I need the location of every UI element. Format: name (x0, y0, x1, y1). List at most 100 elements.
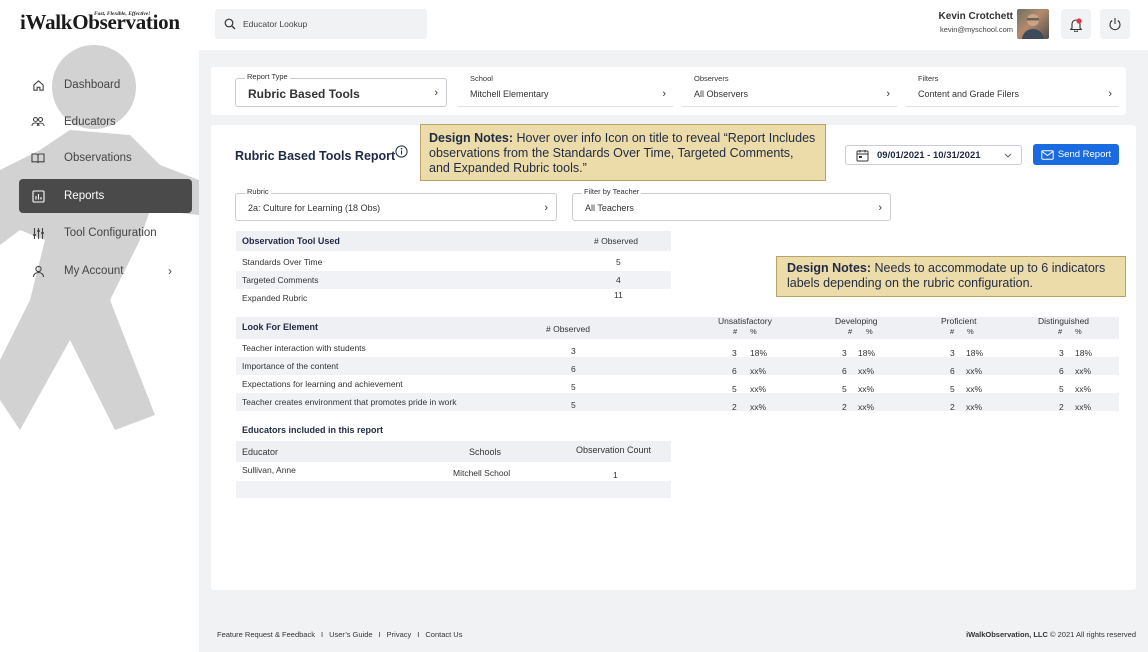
level-header: Developing (835, 316, 878, 326)
sidebar-item-educators[interactable]: Educators (19, 105, 192, 139)
avatar[interactable] (1017, 9, 1049, 39)
sidebar-item-observations[interactable]: Observations (19, 141, 192, 175)
educators-title: Educators included in this report (242, 425, 384, 435)
design-note-info: Design Notes: Hover over info Icon on ti… (420, 124, 826, 181)
rubric-label: Rubric (245, 187, 271, 196)
footer-link-feedback[interactable]: Feature Request & Feedback (217, 630, 315, 639)
look-element: Importance of the content (242, 361, 339, 371)
level-header: Unsatisfactory (718, 316, 772, 326)
table-row (236, 481, 671, 498)
look-header-observed: # Observed (546, 324, 590, 334)
sidebar-item-my-account[interactable]: My Account › (19, 254, 192, 288)
tool-header-observed: # Observed (594, 236, 638, 246)
look-observed: 6 (571, 364, 576, 374)
report-type-label: Report Type (245, 72, 290, 81)
bell-icon (1069, 17, 1083, 32)
filters-value: Content and Grade Filers (918, 89, 1020, 99)
educator-search[interactable]: Educator Lookup (215, 9, 427, 39)
tool-name: Standards Over Time (242, 257, 323, 267)
sidebar-item-reports[interactable]: Reports (19, 179, 192, 213)
school-select[interactable]: School Mitchell Elementary › (458, 74, 673, 107)
info-icon[interactable] (395, 145, 408, 158)
brand-tagline: Fast, Flexible, Effective! (94, 11, 151, 17)
educators-header-schools: Schools (469, 447, 502, 457)
look-element: Teacher creates environment that promote… (242, 397, 457, 407)
level-pct-header: % (967, 327, 974, 336)
level-percent: xx% (966, 402, 983, 412)
footer-link-guide[interactable]: User’s Guide (329, 630, 373, 639)
footer-company: iWalkObservation, LLC (966, 630, 1048, 639)
sidebar-item-label: My Account (64, 265, 124, 277)
search-placeholder[interactable]: Educator Lookup (243, 19, 307, 29)
design-note-indicators: Design Notes: Needs to accommodate up to… (776, 256, 1126, 297)
look-observed: 3 (571, 346, 576, 356)
footer-separator: I (417, 630, 420, 639)
educator-school: Mitchell School (453, 468, 511, 478)
educators-header-count: Observation Count (576, 445, 652, 455)
level-pct-header: % (866, 327, 873, 336)
search-icon (224, 18, 236, 30)
filters-label: Filters (918, 74, 939, 83)
date-range-value: 09/01/2021 - 10/31/2021 (877, 150, 981, 161)
chevron-right-icon: › (168, 264, 172, 278)
sidebar-item-label: Tool Configuration (64, 227, 157, 239)
calendar-icon (856, 150, 869, 162)
tool-count: 5 (616, 257, 621, 267)
footer-separator: I (320, 630, 324, 639)
level-pct-header: % (1075, 327, 1082, 336)
teacher-filter-value: All Teachers (585, 203, 634, 213)
notifications-button[interactable] (1061, 9, 1091, 39)
observers-select[interactable]: Observers All Observers › (682, 74, 897, 107)
sidebar-item-label: Educators (64, 116, 116, 128)
design-note-heading: Design Notes: (429, 131, 514, 145)
school-label: School (470, 74, 493, 83)
send-report-label: Send Report (1057, 149, 1112, 160)
look-element: Expectations for learning and achievemen… (242, 379, 403, 389)
tool-count: 4 (616, 275, 621, 285)
chevron-right-icon: › (886, 88, 890, 100)
sidebar-item-tool-configuration[interactable]: Tool Configuration (19, 216, 192, 250)
date-range-picker[interactable]: 09/01/2021 - 10/31/2021 (845, 145, 1022, 165)
tool-name: Expanded Rubric (242, 293, 308, 303)
footer-separator: I (378, 630, 381, 639)
level-hash-header: # (950, 327, 955, 336)
teacher-filter-label: Filter by Teacher (582, 187, 642, 196)
footer-link-contact[interactable]: Contact Us (425, 630, 462, 639)
tool-count: 11 (614, 290, 623, 300)
rubric-select[interactable]: Rubric 2a: Culture for Learning (18 Obs)… (235, 187, 557, 221)
user-email: kevin@myschool.com (939, 25, 1013, 34)
filters-select[interactable]: Filters Content and Grade Filers › (906, 74, 1119, 107)
chevron-right-icon: › (662, 88, 666, 100)
sidebar-item-label: Reports (64, 190, 105, 202)
level-percent: xx% (750, 402, 767, 412)
sidebar-item-label: Observations (64, 152, 132, 164)
sidebar-item-dashboard[interactable]: Dashboard (19, 68, 192, 102)
tool-header-name: Observation Tool Used (242, 236, 340, 246)
observers-label: Observers (694, 74, 729, 83)
footer-links: Feature Request & Feedback I User’s Guid… (217, 630, 462, 639)
reports-icon (31, 189, 45, 203)
observers-value: All Observers (694, 89, 749, 99)
footer-copyright: iWalkObservation, LLC © 2021 All rights … (966, 630, 1136, 639)
report-type-value: Rubric Based Tools (248, 87, 360, 101)
teacher-filter-select[interactable]: Filter by Teacher All Teachers › (572, 187, 891, 221)
report-type-select[interactable]: Report Type Rubric Based Tools › (235, 72, 447, 107)
send-report-button[interactable]: Send Report (1033, 144, 1119, 165)
level-header: Distinguished (1038, 316, 1090, 326)
report-title: Rubric Based Tools Report (235, 149, 396, 163)
level-count: 2 (950, 402, 955, 412)
educator-name[interactable]: Sullivan, Anne (242, 465, 296, 475)
level-percent: xx% (1075, 402, 1092, 412)
level-pct-header: % (750, 327, 757, 336)
footer-link-privacy[interactable]: Privacy (387, 630, 412, 639)
level-hash-header: # (1058, 327, 1063, 336)
footer-copyright-text: © 2021 All rights reserved (1050, 630, 1136, 639)
user-name: Kevin Crotchett (938, 11, 1013, 22)
mail-icon (1041, 149, 1054, 160)
design-note-heading: Design Notes: (787, 261, 872, 275)
level-hash-header: # (733, 327, 738, 336)
power-icon (1109, 18, 1121, 31)
rubric-value: 2a: Culture for Learning (18 Obs) (248, 203, 381, 213)
logout-button[interactable] (1100, 9, 1130, 39)
sliders-icon (31, 226, 45, 240)
